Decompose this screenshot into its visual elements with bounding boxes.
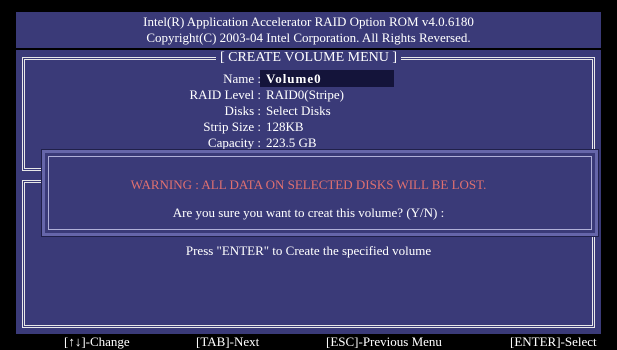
capacity-field[interactable]: 223.5 GB (266, 135, 317, 150)
help-text: Press "ENTER" to Create the specified vo… (185, 243, 432, 258)
name-field[interactable]: Volume0 (260, 70, 394, 87)
raid-level-field[interactable]: RAID0(Stripe) (266, 87, 344, 102)
disks-label: Disks : (224, 103, 261, 118)
select-key-hint: [ENTER]-Select (510, 334, 597, 349)
capacity-label: Capacity : (207, 135, 261, 150)
change-key-hint: [↑↓]-Change (64, 334, 130, 349)
key-legend: [↑↓]-Change [TAB]-Next [ESC]-Previous Me… (16, 333, 606, 350)
confirm-prompt[interactable]: Are you sure you want to creat this volu… (0, 205, 617, 221)
strip-size-row: Strip Size : 128KB (0, 119, 617, 134)
capacity-row: Capacity : 223.5 GB (0, 135, 617, 150)
raid-level-row: RAID Level : RAID0(Stripe) (0, 87, 617, 102)
rom-header: Intel(R) Application Accelerator RAID Op… (16, 12, 601, 48)
strip-size-label: Strip Size : (203, 119, 261, 134)
name-label: Name : (223, 71, 261, 86)
disks-row: Disks : Select Disks (0, 103, 617, 118)
strip-size-field[interactable]: 128KB (266, 119, 304, 134)
menu-title-text: [ CREATE VOLUME MENU ] (215, 50, 402, 65)
disks-field[interactable]: Select Disks (266, 103, 331, 118)
previous-menu-key-hint: [ESC]-Previous Menu (326, 334, 442, 349)
name-row: Name : Volume0 (0, 70, 617, 87)
confirm-dialog (42, 150, 598, 236)
rom-title: Intel(R) Application Accelerator RAID Op… (143, 14, 474, 29)
raid-level-label: RAID Level : (189, 87, 261, 102)
menu-title: [ CREATE VOLUME MENU ] (0, 50, 617, 66)
data-loss-warning: WARNING : ALL DATA ON SELECTED DISKS WIL… (130, 177, 487, 192)
rom-copyright: Copyright(C) 2003-04 Intel Corporation. … (146, 30, 471, 45)
next-key-hint: [TAB]-Next (196, 334, 260, 349)
